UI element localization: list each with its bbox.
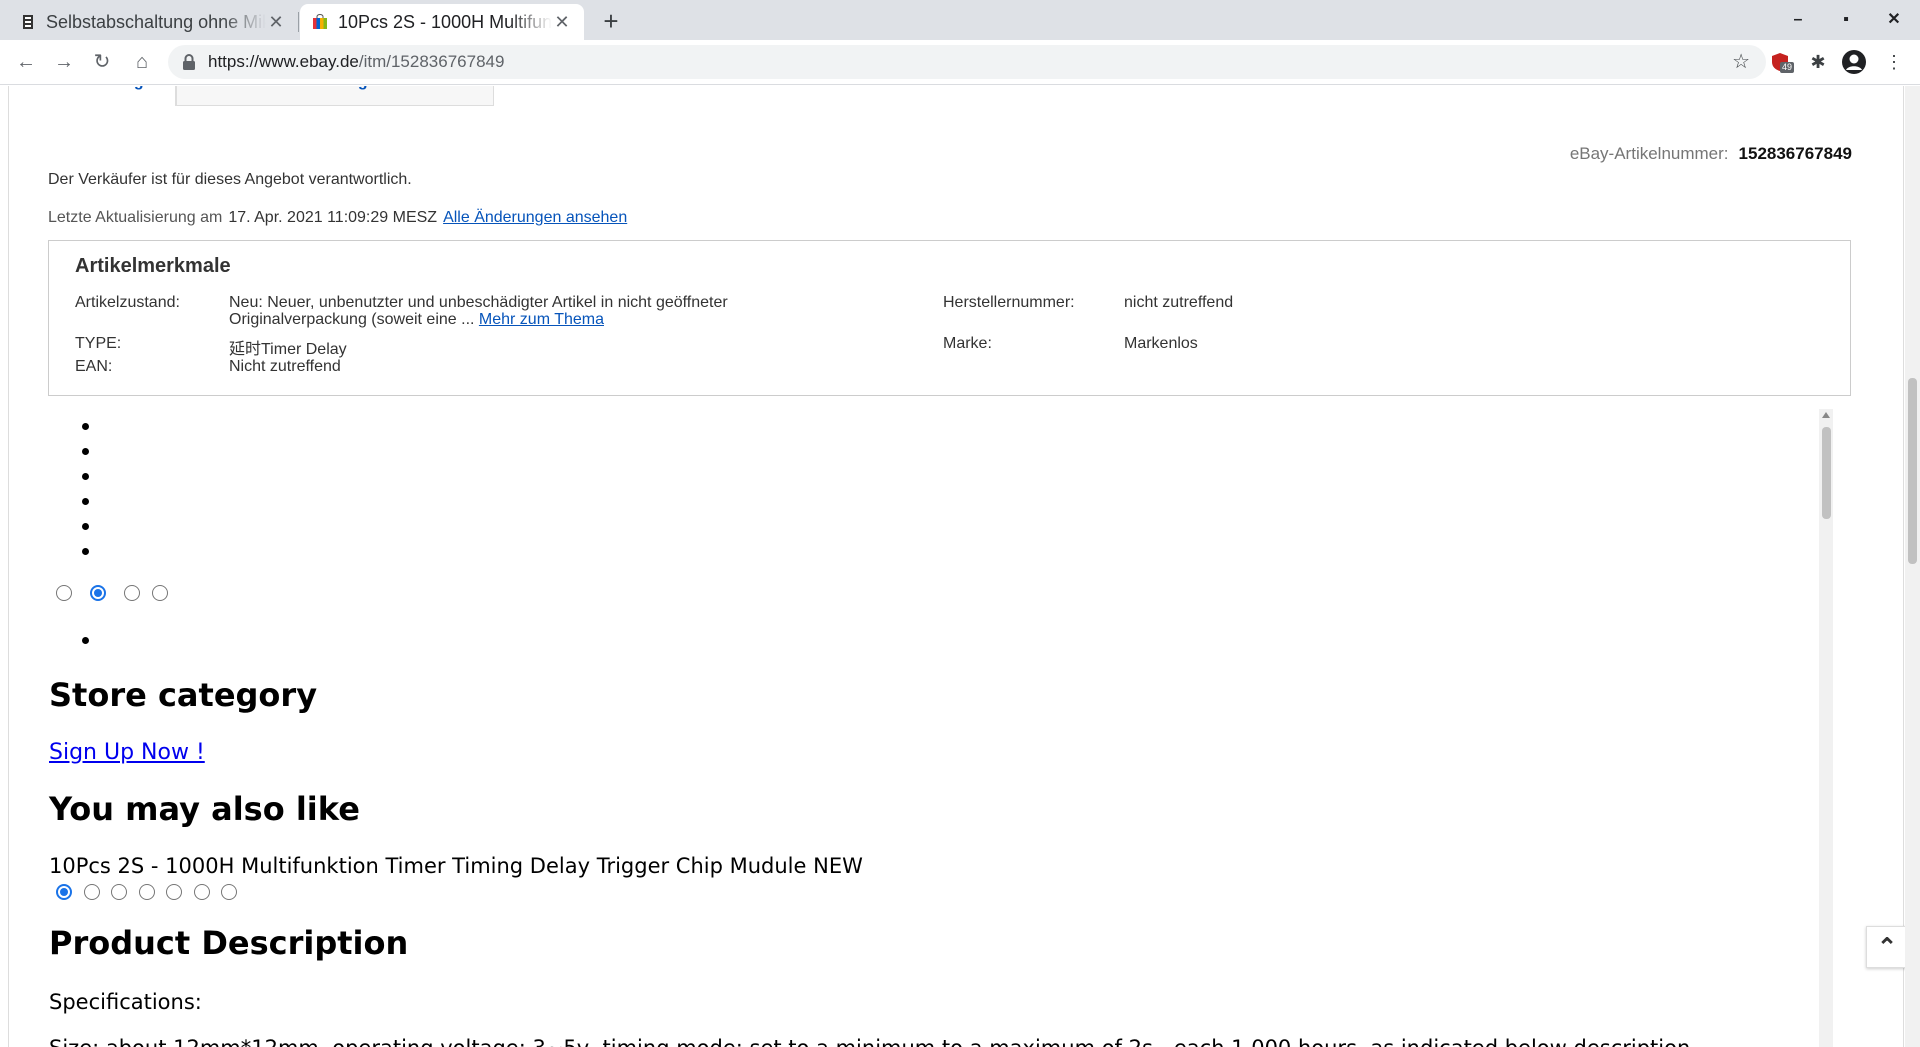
ean-label: EAN:	[75, 358, 113, 375]
last-update-label: Letzte Aktualisierung am	[48, 209, 223, 226]
back-to-top-chevron-up-icon[interactable]: ⌃	[1866, 926, 1908, 968]
condition-value-line2: Originalverpackung (soweit eine ... Mehr…	[229, 311, 604, 329]
tab-shipping-payment[interactable]: Versand und Zahlungsmethoden	[176, 86, 494, 106]
list-bullet	[82, 423, 89, 430]
new-tab-plus-icon[interactable]: +	[596, 6, 626, 36]
mpn-value: nicht zutreffend	[1124, 294, 1234, 311]
slide-radio-7[interactable]	[221, 884, 237, 900]
page-viewport: Beschreibung Versand und Zahlungsmethode…	[0, 86, 1920, 1047]
tab-description[interactable]: Beschreibung	[8, 86, 176, 106]
url-path: /itm/152836767849	[358, 52, 505, 71]
lock-icon	[183, 54, 195, 70]
tab-title: 10Pcs 2S - 1000H Multifunktion Timer	[338, 11, 552, 32]
specification-line: Size: about 12mm*12mm, operating voltage…	[49, 1036, 1789, 1047]
tab-title: Selbstabschaltung ohne Mikrocontroller	[46, 11, 266, 32]
profile-avatar-icon[interactable]	[1840, 48, 1868, 76]
gallery-radio-1[interactable]	[56, 585, 72, 601]
close-window-icon[interactable]: ✕	[1874, 6, 1914, 34]
tab-strip: Selbstabschaltung ohne Mikrocontroller ✕…	[0, 0, 1920, 40]
puzzle-extensions-icon[interactable]: ✱	[1804, 48, 1832, 76]
condition-value-line1: Neu: Neuer, unbenutzter und unbeschädigt…	[229, 294, 728, 311]
gallery-radio-3[interactable]	[124, 585, 140, 601]
scroll-up-arrow-icon[interactable]	[1822, 412, 1830, 418]
shopping-bag-favicon-icon	[313, 14, 327, 29]
list-bullet	[82, 473, 89, 480]
shield-extension-icon[interactable]: 49	[1766, 48, 1795, 76]
last-update-date: 17. Apr. 2021 11:09:29 MESZ	[228, 209, 438, 226]
close-tab-icon[interactable]: ✕	[552, 12, 572, 33]
minimize-icon[interactable]: –	[1778, 6, 1818, 34]
back-arrow-icon[interactable]: ←	[10, 46, 42, 78]
description-frame	[8, 86, 1904, 1047]
reload-icon[interactable]: ↻	[86, 46, 118, 78]
list-bullet	[82, 637, 89, 644]
seller-responsibility-text: Der Verkäufer ist für dieses Angebot ver…	[48, 171, 412, 188]
maximize-icon[interactable]: ▪	[1826, 6, 1866, 34]
item-number-value: 152836767849	[1738, 144, 1852, 163]
close-tab-icon[interactable]: ✕	[266, 12, 286, 33]
browser-toolbar: ← → ↻ ⌂ https://www.ebay.de/itm/15283676…	[0, 40, 1920, 85]
document-favicon-icon	[23, 15, 33, 29]
list-bullet	[82, 548, 89, 555]
page-scrollbar[interactable]	[1905, 86, 1920, 1047]
last-update: Letzte Aktualisierung am 17. Apr. 2021 11…	[48, 209, 627, 227]
slide-radio-5[interactable]	[166, 884, 182, 900]
type-value: 延时Timer Delay	[229, 341, 347, 358]
slide-radio-4[interactable]	[139, 884, 155, 900]
condition-value-line2-text: Originalverpackung (soweit eine ...	[229, 311, 475, 328]
home-icon[interactable]: ⌂	[126, 46, 158, 78]
slide-radio-2[interactable]	[84, 884, 100, 900]
item-specifics-title: Artikelmerkmale	[75, 255, 231, 277]
forward-arrow-icon[interactable]: →	[48, 46, 80, 78]
address-bar[interactable]: https://www.ebay.de/itm/152836767849 ☆	[168, 45, 1766, 79]
slide-radio-3[interactable]	[111, 884, 127, 900]
condition-label: Artikelzustand:	[75, 294, 180, 311]
item-number-label: eBay-Artikelnummer:	[1569, 144, 1729, 163]
tab-selbstabschaltung[interactable]: Selbstabschaltung ohne Mikrocontroller ✕	[8, 4, 298, 40]
tab-separator	[298, 12, 299, 32]
all-changes-link[interactable]: Alle Änderungen ansehen	[443, 209, 627, 226]
gallery-radio-2[interactable]	[90, 585, 106, 601]
store-category-heading: Store category	[49, 676, 318, 714]
kebab-menu-icon[interactable]: ⋮	[1880, 48, 1908, 76]
extension-badge: 49	[1780, 62, 1795, 73]
tab-ebay-item[interactable]: 10Pcs 2S - 1000H Multifunktion Timer ✕	[300, 4, 584, 40]
you-may-also-like-heading: You may also like	[49, 790, 360, 828]
slide-radio-1[interactable]	[56, 884, 72, 900]
specifications-label: Specifications:	[49, 990, 202, 1014]
description-scrollbar[interactable]	[1819, 409, 1833, 1047]
product-title-text: 10Pcs 2S - 1000H Multifunktion Timer Tim…	[49, 854, 863, 878]
sign-up-link[interactable]: Sign Up Now !	[49, 740, 205, 765]
mpn-label: Herstellernummer:	[943, 294, 1075, 311]
item-specifics-box: Artikelmerkmale Artikelzustand: Neu: Neu…	[48, 240, 1851, 396]
page-scroll-thumb[interactable]	[1908, 378, 1917, 564]
list-bullet	[82, 498, 89, 505]
gallery-radio-4[interactable]	[152, 585, 168, 601]
more-about-link[interactable]: Mehr zum Thema	[479, 311, 604, 328]
product-description-heading: Product Description	[49, 924, 409, 962]
description-scroll-thumb[interactable]	[1822, 427, 1831, 519]
item-tabs: Beschreibung Versand und Zahlungsmethode…	[8, 86, 494, 106]
list-bullet	[82, 523, 89, 530]
list-bullet	[82, 448, 89, 455]
brand-value: Markenlos	[1124, 335, 1198, 352]
url-host: https://www.ebay.de	[208, 52, 359, 71]
item-number: eBay-Artikelnummer: 152836767849	[1570, 144, 1852, 164]
account-icon	[1842, 50, 1866, 74]
bookmark-star-icon[interactable]: ☆	[1732, 49, 1750, 74]
type-label: TYPE:	[75, 335, 122, 352]
brand-label: Marke:	[943, 335, 992, 352]
slide-radio-6[interactable]	[194, 884, 210, 900]
ean-value: Nicht zutreffend	[229, 358, 341, 375]
url-text: https://www.ebay.de/itm/152836767849	[208, 52, 504, 72]
